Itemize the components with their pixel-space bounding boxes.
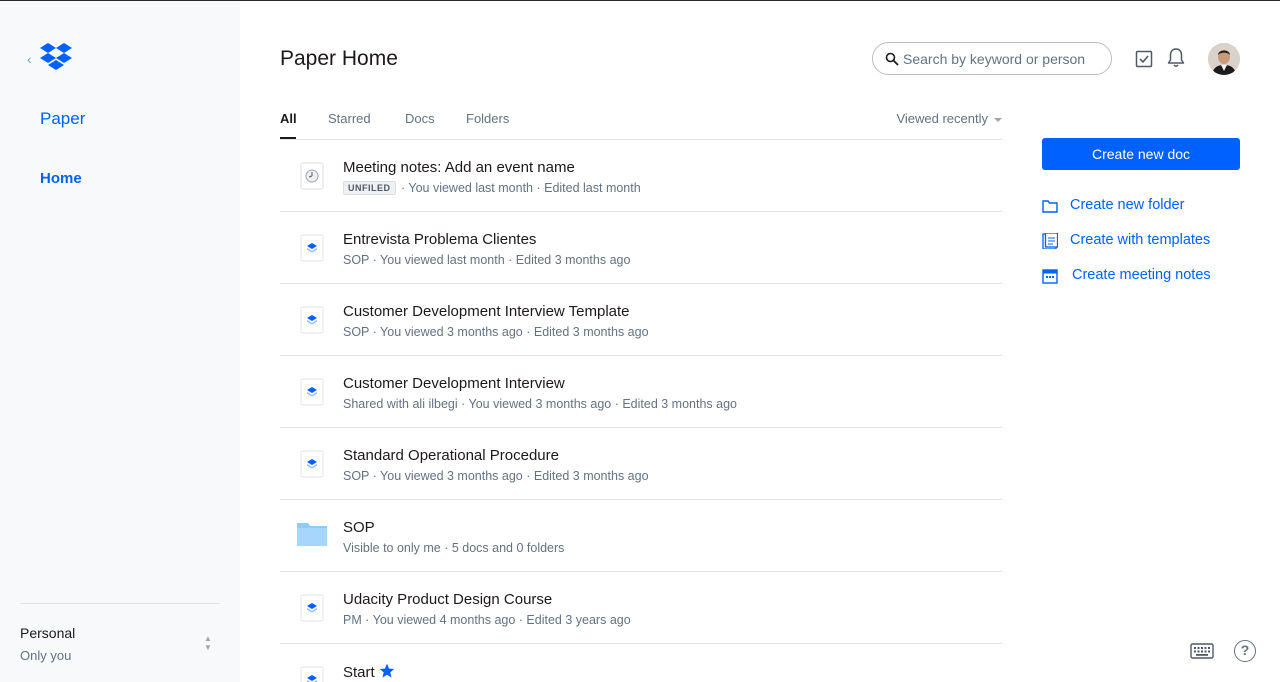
search-input[interactable] — [903, 48, 1103, 70]
paper-doc-icon — [300, 594, 324, 622]
avatar[interactable] — [1208, 43, 1240, 75]
paper-doc-icon — [300, 450, 324, 478]
item-meta-text: · You viewed last month · Edited last mo… — [397, 181, 641, 195]
unfiled-badge: UNFILED — [343, 181, 396, 195]
item-meta: SOP · You viewed last month · Edited 3 m… — [343, 253, 631, 267]
tab-docs[interactable]: Docs — [405, 111, 435, 126]
paper-doc-icon — [300, 378, 324, 406]
folder-icon — [297, 523, 327, 546]
create-folder-label: Create new folder — [1070, 197, 1185, 213]
tab-folders[interactable]: Folders — [466, 111, 509, 126]
account-name[interactable]: Personal — [20, 625, 75, 641]
account-scope: Only you — [20, 648, 72, 663]
account-switcher-icon[interactable]: ▲ ▼ — [202, 634, 214, 654]
filter-tabs: All Starred Docs Folders Viewed recently — [280, 109, 1002, 140]
sidebar-product-link[interactable]: Paper — [40, 109, 85, 129]
list-item[interactable]: Standard Operational Procedure SOP · You… — [280, 428, 1002, 500]
item-title: Customer Development Interview — [343, 375, 565, 392]
create-meeting-notes-label: Create meeting notes — [1072, 267, 1211, 283]
list-item[interactable]: Entrevista Problema Clientes SOP · You v… — [280, 212, 1002, 284]
template-icon — [1042, 233, 1058, 249]
list-item[interactable]: Customer Development Interview Shared wi… — [280, 356, 1002, 428]
item-meta: SOP · You viewed 3 months ago · Edited 3… — [343, 325, 649, 339]
tab-all[interactable]: All — [280, 111, 297, 126]
meeting-notes-icon — [300, 162, 324, 190]
sidebar-item-home[interactable]: Home — [40, 170, 82, 187]
item-meta: SOP · You viewed 3 months ago · Edited 3… — [343, 469, 649, 483]
item-title: Meeting notes: Add an event name — [343, 159, 575, 176]
star-icon[interactable] — [379, 663, 395, 679]
list-item[interactable]: Meeting notes: Add an event name UNFILED… — [280, 140, 1002, 212]
item-meta: Visible to only me · 5 docs and 0 folder… — [343, 541, 565, 555]
tab-starred[interactable]: Starred — [328, 111, 371, 126]
item-title: Udacity Product Design Course — [343, 591, 553, 608]
search-icon — [885, 52, 899, 66]
paper-doc-icon — [300, 666, 324, 682]
back-chevron-icon[interactable]: ‹ — [27, 51, 32, 67]
sidebar-divider — [20, 603, 220, 604]
item-title: SOP — [343, 519, 375, 536]
list-item[interactable]: Start — [280, 644, 1002, 682]
search-box[interactable] — [872, 42, 1112, 75]
create-new-doc-button[interactable]: Create new doc — [1042, 138, 1240, 170]
sidebar: ‹ Paper Home Personal Only you ▲ ▼ — [0, 1, 240, 682]
keyboard-shortcuts-icon[interactable] — [1190, 643, 1214, 659]
sort-dropdown[interactable]: Viewed recently — [896, 111, 1002, 126]
checklist-icon[interactable] — [1135, 50, 1153, 68]
help-icon[interactable]: ? — [1234, 640, 1256, 662]
caret-down-icon — [994, 117, 1002, 122]
list-item[interactable]: SOP Visible to only me · 5 docs and 0 fo… — [280, 500, 1002, 572]
page-title: Paper Home — [280, 47, 398, 70]
item-title-text: Start — [343, 664, 375, 681]
active-tab-indicator — [280, 137, 296, 139]
bell-icon[interactable] — [1166, 47, 1186, 69]
item-title: Entrevista Problema Clientes — [343, 231, 537, 248]
list-item[interactable]: Customer Development Interview Template … — [280, 284, 1002, 356]
item-meta: Shared with ali ilbegi · You viewed 3 mo… — [343, 397, 737, 411]
folder-outline-icon — [1042, 200, 1058, 213]
item-title: Start — [343, 663, 395, 681]
item-meta: UNFILED · You viewed last month · Edited… — [343, 181, 641, 195]
doc-list: Meeting notes: Add an event name UNFILED… — [280, 140, 1002, 682]
create-templates-label: Create with templates — [1070, 232, 1211, 248]
sort-label: Viewed recently — [896, 111, 988, 126]
dropbox-logo-icon[interactable] — [40, 43, 72, 73]
item-title: Customer Development Interview Template — [343, 303, 630, 320]
calendar-icon — [1042, 269, 1058, 284]
paper-doc-icon — [300, 306, 324, 334]
paper-doc-icon — [300, 234, 324, 262]
list-item[interactable]: Udacity Product Design Course PM · You v… — [280, 572, 1002, 644]
item-title: Standard Operational Procedure — [343, 447, 559, 464]
item-meta: PM · You viewed 4 months ago · Edited 3 … — [343, 613, 631, 627]
